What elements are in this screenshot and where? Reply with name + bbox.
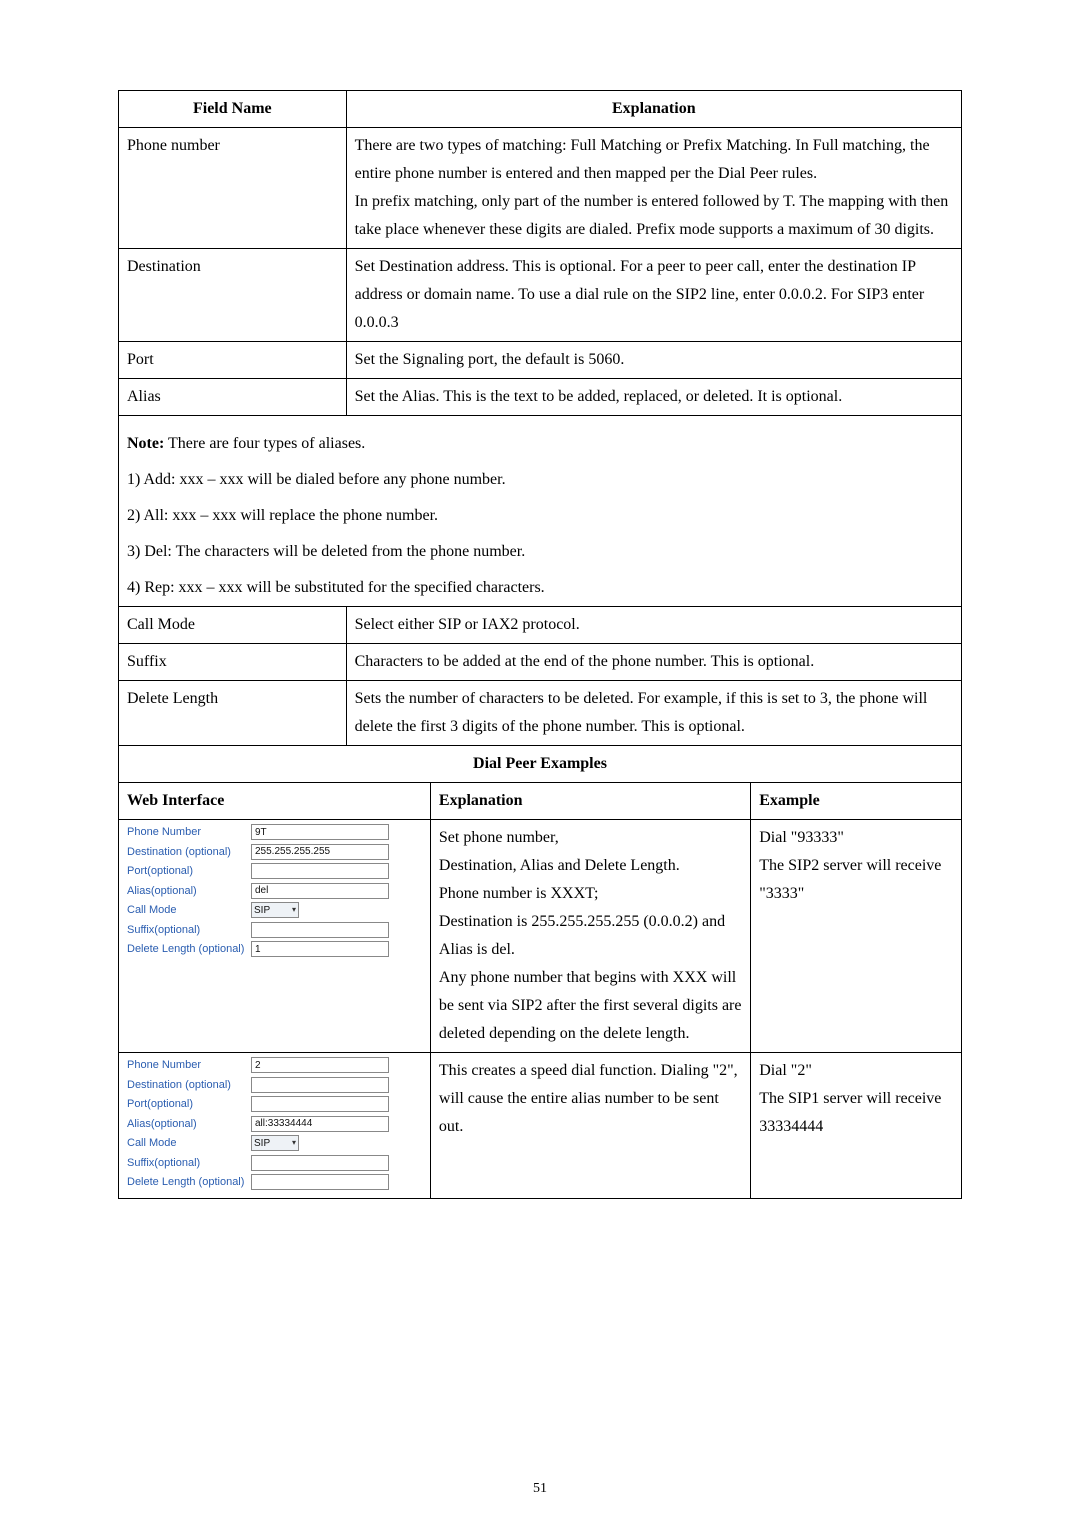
- dial-peer-row: Phone Number 9T Destination (optional) 255…: [119, 820, 962, 1053]
- note-heading-rest: There are four types of aliases.: [164, 435, 365, 452]
- cell-field: Port: [119, 342, 347, 379]
- dial-peer-table: Dial Peer Examples Web Interface Explana…: [118, 746, 962, 1199]
- note-line: 4) Rep: xxx – xxx will be substituted fo…: [119, 570, 962, 607]
- delete-length-input[interactable]: [251, 1174, 389, 1190]
- cell-field: Phone number: [119, 128, 347, 249]
- suffix-input[interactable]: [251, 1155, 389, 1171]
- table-row: Call Mode Select either SIP or IAX2 prot…: [119, 607, 962, 644]
- port-input[interactable]: [251, 863, 389, 879]
- form-label: Delete Length (optional): [127, 941, 245, 958]
- call-mode-select[interactable]: SIP ▾: [251, 1135, 299, 1151]
- cell-field: Delete Length: [119, 681, 347, 746]
- chevron-down-icon: ▾: [292, 904, 296, 916]
- port-input[interactable]: [251, 1096, 389, 1112]
- field-explanation-table: Field Name Explanation Phone number Ther…: [118, 90, 962, 746]
- call-mode-select[interactable]: SIP ▾: [251, 902, 299, 918]
- delete-length-input[interactable]: 1: [251, 941, 389, 957]
- phone-number-input[interactable]: 2: [251, 1057, 389, 1073]
- select-value: SIP: [254, 1136, 270, 1151]
- cell-field: Destination: [119, 249, 347, 342]
- example-cell: Dial "2" The SIP1 server will receive 33…: [751, 1053, 962, 1199]
- table-row: Phone number There are two types of matc…: [119, 128, 962, 249]
- alias-input[interactable]: all:33334444: [251, 1116, 389, 1132]
- header-example: Example: [751, 783, 962, 820]
- dial-peer-heading: Dial Peer Examples: [119, 746, 962, 783]
- select-value: SIP: [254, 903, 270, 918]
- explanation-cell: Set phone number, Destination, Alias and…: [430, 820, 750, 1053]
- header-web-interface: Web Interface: [119, 783, 431, 820]
- form-label: Destination (optional): [127, 1077, 245, 1094]
- cell-explanation: Set the Alias. This is the text to be ad…: [346, 379, 961, 416]
- dial-peer-heading-row: Dial Peer Examples: [119, 746, 962, 783]
- note-heading: Note:: [127, 435, 164, 452]
- example-cell: Dial "93333" The SIP2 server will receiv…: [751, 820, 962, 1053]
- form-label: Destination (optional): [127, 844, 245, 861]
- note-line: 1) Add: xxx – xxx will be dialed before …: [119, 462, 962, 498]
- suffix-input[interactable]: [251, 922, 389, 938]
- cell-explanation: Set the Signaling port, the default is 5…: [346, 342, 961, 379]
- cell-field: Alias: [119, 379, 347, 416]
- form-label: Suffix(optional): [127, 922, 245, 939]
- note-line: 3) Del: The characters will be deleted f…: [119, 534, 962, 570]
- table-row: Delete Length Sets the number of charact…: [119, 681, 962, 746]
- document-page: Field Name Explanation Phone number Ther…: [0, 0, 1080, 1527]
- table-row: Port Set the Signaling port, the default…: [119, 342, 962, 379]
- form-label: Alias(optional): [127, 1116, 245, 1133]
- phone-number-input[interactable]: 9T: [251, 824, 389, 840]
- form-label: Call Mode: [127, 902, 245, 919]
- note-block: Note: There are four types of aliases.: [119, 416, 962, 463]
- alias-input[interactable]: del: [251, 883, 389, 899]
- form-label: Delete Length (optional): [127, 1174, 245, 1191]
- form-label: Phone Number: [127, 824, 245, 841]
- table-row: Alias Set the Alias. This is the text to…: [119, 379, 962, 416]
- config-form-mock: Phone Number 2 Destination (optional) Por…: [127, 1057, 422, 1191]
- config-form-mock: Phone Number 9T Destination (optional) 255…: [127, 824, 422, 958]
- header-field-name: Field Name: [119, 91, 347, 128]
- form-label: Port(optional): [127, 1096, 245, 1113]
- explanation-cell: This creates a speed dial function. Dial…: [430, 1053, 750, 1199]
- page-number: 51: [0, 1481, 1080, 1497]
- cell-explanation: Sets the number of characters to be dele…: [346, 681, 961, 746]
- cell-field: Call Mode: [119, 607, 347, 644]
- web-interface-cell: Phone Number 9T Destination (optional) 255…: [119, 820, 431, 1053]
- table-row: Destination Set Destination address. Thi…: [119, 249, 962, 342]
- cell-explanation: Select either SIP or IAX2 protocol.: [346, 607, 961, 644]
- form-label: Suffix(optional): [127, 1155, 245, 1172]
- chevron-down-icon: ▾: [292, 1137, 296, 1149]
- destination-input[interactable]: 255.255.255.255: [251, 844, 389, 860]
- table-row: Suffix Characters to be added at the end…: [119, 644, 962, 681]
- dial-peer-row: Phone Number 2 Destination (optional) Por…: [119, 1053, 962, 1199]
- header-explanation: Explanation: [346, 91, 961, 128]
- form-label: Phone Number: [127, 1057, 245, 1074]
- cell-explanation: Characters to be added at the end of the…: [346, 644, 961, 681]
- form-label: Call Mode: [127, 1135, 245, 1152]
- cell-explanation: Set Destination address. This is optiona…: [346, 249, 961, 342]
- form-label: Port(optional): [127, 863, 245, 880]
- cell-explanation: There are two types of matching: Full Ma…: [346, 128, 961, 249]
- note-line: 2) All: xxx – xxx will replace the phone…: [119, 498, 962, 534]
- web-interface-cell: Phone Number 2 Destination (optional) Por…: [119, 1053, 431, 1199]
- cell-field: Suffix: [119, 644, 347, 681]
- destination-input[interactable]: [251, 1077, 389, 1093]
- form-label: Alias(optional): [127, 883, 245, 900]
- header-explanation: Explanation: [430, 783, 750, 820]
